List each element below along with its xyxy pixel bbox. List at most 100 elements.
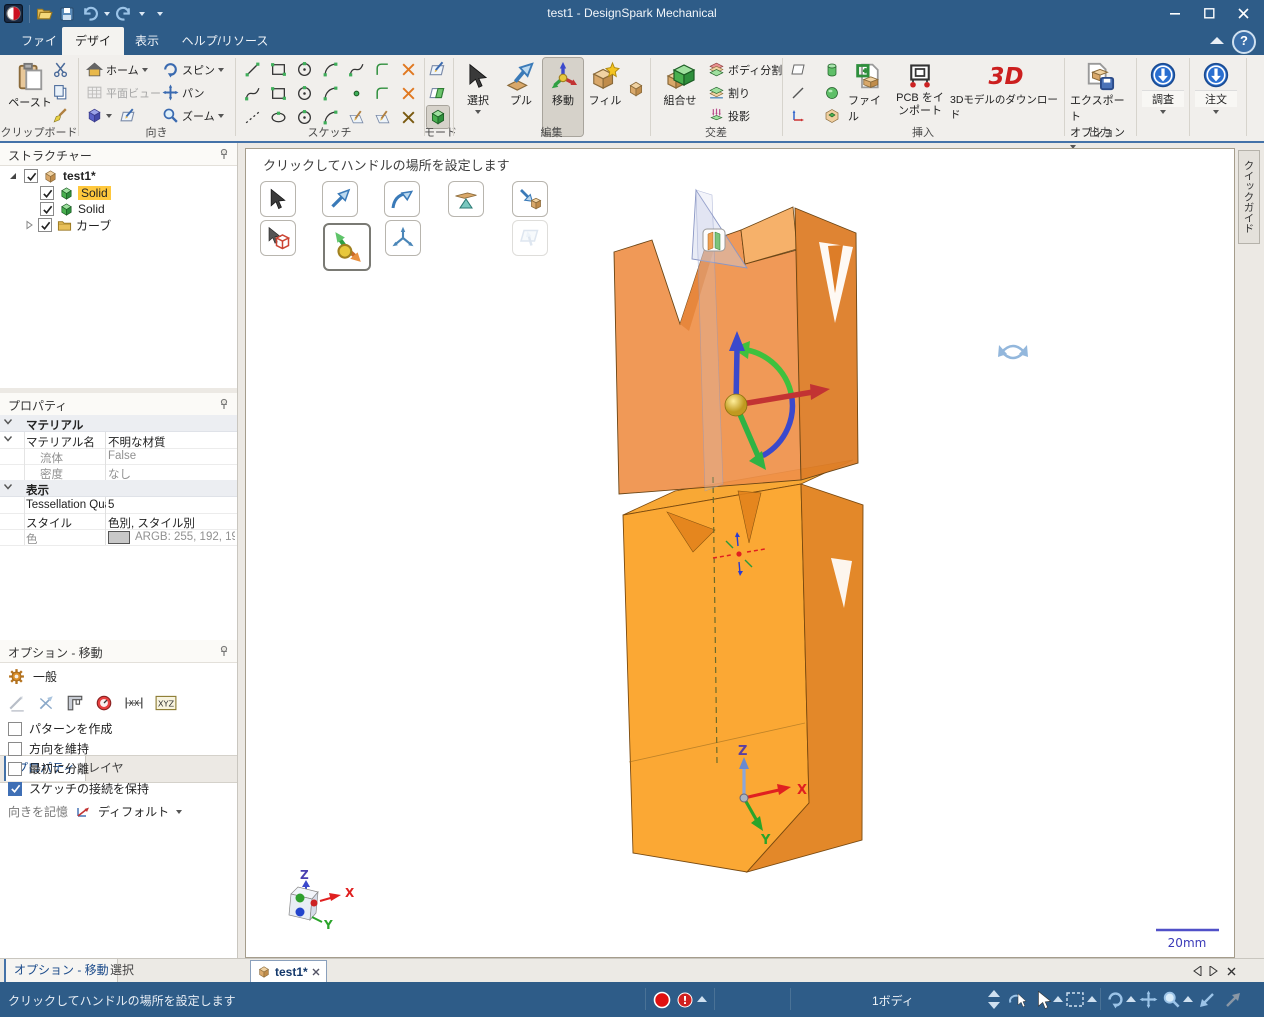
close-button[interactable] xyxy=(1226,0,1260,27)
error-badge-icon[interactable]: ! xyxy=(677,992,693,1008)
select-dropdown-icon[interactable] xyxy=(1053,996,1063,1004)
property-section-material[interactable]: マテリアル xyxy=(0,415,237,432)
insert-axis-icon[interactable] xyxy=(790,108,806,124)
sketch-tool-icon[interactable] xyxy=(293,58,315,80)
sketch-tool-icon[interactable] xyxy=(371,82,393,104)
error-dropdown-icon[interactable] xyxy=(697,996,707,1004)
home-view-button[interactable]: ホーム xyxy=(86,61,148,78)
ruler-pen-icon[interactable] xyxy=(8,694,26,712)
tree-row-solid-2[interactable]: Solid xyxy=(0,201,237,217)
sketch-mode-button[interactable] xyxy=(427,58,449,80)
cut-icon[interactable] xyxy=(52,61,69,78)
tree-label-curves[interactable]: カーブ xyxy=(76,217,111,234)
sketch-view-icon[interactable] xyxy=(119,107,138,124)
previous-view-button[interactable] xyxy=(1198,991,1216,1009)
next-view-button[interactable] xyxy=(1224,991,1242,1009)
visibility-checkbox[interactable] xyxy=(40,186,54,200)
plan-view-button[interactable]: 平面ビュー xyxy=(86,84,161,101)
tree-label-solid-selected[interactable]: Solid xyxy=(78,186,111,200)
tree-label-solid[interactable]: Solid xyxy=(78,202,105,216)
close-tab-icon[interactable] xyxy=(312,968,320,976)
project-button[interactable]: 投影 xyxy=(708,107,750,124)
check-detach-first[interactable]: 最初に分離 xyxy=(8,760,89,777)
pin-icon[interactable] xyxy=(219,148,229,160)
order-button[interactable]: 注文 xyxy=(1195,58,1237,114)
property-row-style[interactable]: スタイル 色別, スタイル別 xyxy=(0,513,237,530)
zoom-button[interactable]: ズーム xyxy=(162,107,224,124)
record-stop-icon[interactable] xyxy=(653,991,671,1009)
tab-help-resources[interactable]: ヘルプ/リソース xyxy=(170,27,280,55)
gizmo-origin-ball[interactable] xyxy=(724,393,748,417)
insert-cylinder-icon[interactable] xyxy=(824,62,840,78)
next-tab-icon[interactable] xyxy=(1209,966,1218,976)
tree-row-curves[interactable]: カーブ xyxy=(0,217,237,233)
minimize-button[interactable] xyxy=(1158,0,1192,27)
tab-file[interactable]: ファイル xyxy=(8,27,70,76)
sketch-tool-icon[interactable] xyxy=(293,82,315,104)
check-keep-orientation[interactable]: 方向を維持 xyxy=(8,740,89,757)
combine-button[interactable]: 組合せ xyxy=(656,58,704,108)
pull-tool-button[interactable]: プル xyxy=(501,58,541,108)
import-pcb-button[interactable]: PCB をインポート xyxy=(892,58,948,117)
tree-label-root[interactable]: test1* xyxy=(63,169,96,183)
deselect-cursor-icon[interactable] xyxy=(1008,990,1028,1010)
tab-design[interactable]: デザイン xyxy=(62,27,124,76)
orientation-value[interactable]: ディフォルト xyxy=(98,803,169,820)
pin-icon[interactable] xyxy=(219,398,229,410)
sketch-tool-icon[interactable] xyxy=(397,82,419,104)
box-select-button[interactable] xyxy=(1066,992,1084,1008)
sketch-tool-icon[interactable] xyxy=(267,58,289,80)
quick-guide-tab[interactable]: クイックガイド xyxy=(1238,150,1260,244)
paste-button[interactable]: ペースト xyxy=(8,58,52,110)
format-painter-icon[interactable] xyxy=(52,107,69,124)
split-button[interactable]: 割り xyxy=(708,84,750,101)
sketch-tool-icon[interactable] xyxy=(397,58,419,80)
maximize-button[interactable] xyxy=(1192,0,1226,27)
sketch-tool-icon[interactable] xyxy=(241,58,263,80)
prev-tab-icon[interactable] xyxy=(1193,966,1202,976)
property-row-color[interactable]: 色 ARGB: 255, 192, 192 xyxy=(0,529,237,546)
close-doc-icon[interactable] xyxy=(1227,967,1236,976)
property-row-tessellation[interactable]: Tessellation Qua 5 xyxy=(0,497,237,514)
spin-button[interactable]: スピン xyxy=(162,61,224,78)
fill-tool-button[interactable]: フィル xyxy=(585,58,625,108)
spin-tool-button[interactable] xyxy=(1106,990,1125,1009)
check-create-pattern[interactable]: パターンを作成 xyxy=(8,720,112,737)
sketch-tool-icon[interactable] xyxy=(345,82,367,104)
tab-select[interactable]: 選択 xyxy=(102,959,142,982)
3d-scene[interactable]: Z X Y Z X Y 20mm xyxy=(246,149,1232,955)
spin-dropdown-icon[interactable] xyxy=(1126,996,1136,1004)
visibility-checkbox[interactable] xyxy=(24,169,38,183)
sketch-tool-icon[interactable] xyxy=(319,58,341,80)
caliper-icon[interactable] xyxy=(66,694,84,712)
lower-solid-body[interactable] xyxy=(622,459,864,873)
property-section-display[interactable]: 表示 xyxy=(0,480,237,497)
move-arrow-icon[interactable] xyxy=(37,694,55,712)
model-viewport[interactable]: クリックしてハンドルの場所を設定します Z X Y Z X Y 20mm xyxy=(245,148,1235,958)
property-row-fluid[interactable]: 流体 False xyxy=(0,448,237,465)
options-general-row[interactable]: 一般 xyxy=(8,668,57,685)
document-tab-test1[interactable]: test1* xyxy=(250,960,327,983)
blend-icon[interactable] xyxy=(627,80,645,98)
xyz-coords-icon[interactable] xyxy=(155,695,177,711)
orientation-dropdown-icon[interactable] xyxy=(176,809,183,814)
zoom-dropdown-icon[interactable] xyxy=(1183,996,1193,1004)
tree-row-solid-1[interactable]: Solid xyxy=(0,185,237,201)
sketch-tool-icon[interactable] xyxy=(241,82,263,104)
tree-row-root[interactable]: test1* xyxy=(0,168,237,184)
visibility-checkbox[interactable] xyxy=(40,202,54,216)
insert-plane-icon[interactable] xyxy=(790,62,806,78)
tab-view[interactable]: 表示 xyxy=(120,27,174,55)
sketch-tool-icon[interactable] xyxy=(319,82,341,104)
box-select-dropdown-icon[interactable] xyxy=(1087,996,1097,1004)
select-tool-button[interactable]: 選択 xyxy=(457,58,499,114)
collapse-ribbon-icon[interactable] xyxy=(1210,37,1224,46)
view-cube-button[interactable] xyxy=(86,107,138,124)
pin-icon[interactable] xyxy=(219,645,229,657)
insert-line-icon[interactable] xyxy=(790,85,806,101)
help-button[interactable]: ? xyxy=(1232,30,1256,54)
visibility-checkbox[interactable] xyxy=(38,218,52,232)
tab-options-move[interactable]: オプション - 移動 xyxy=(4,959,118,982)
investigate-button[interactable]: 調査 xyxy=(1142,58,1184,114)
expander-closed-icon[interactable] xyxy=(24,220,34,230)
